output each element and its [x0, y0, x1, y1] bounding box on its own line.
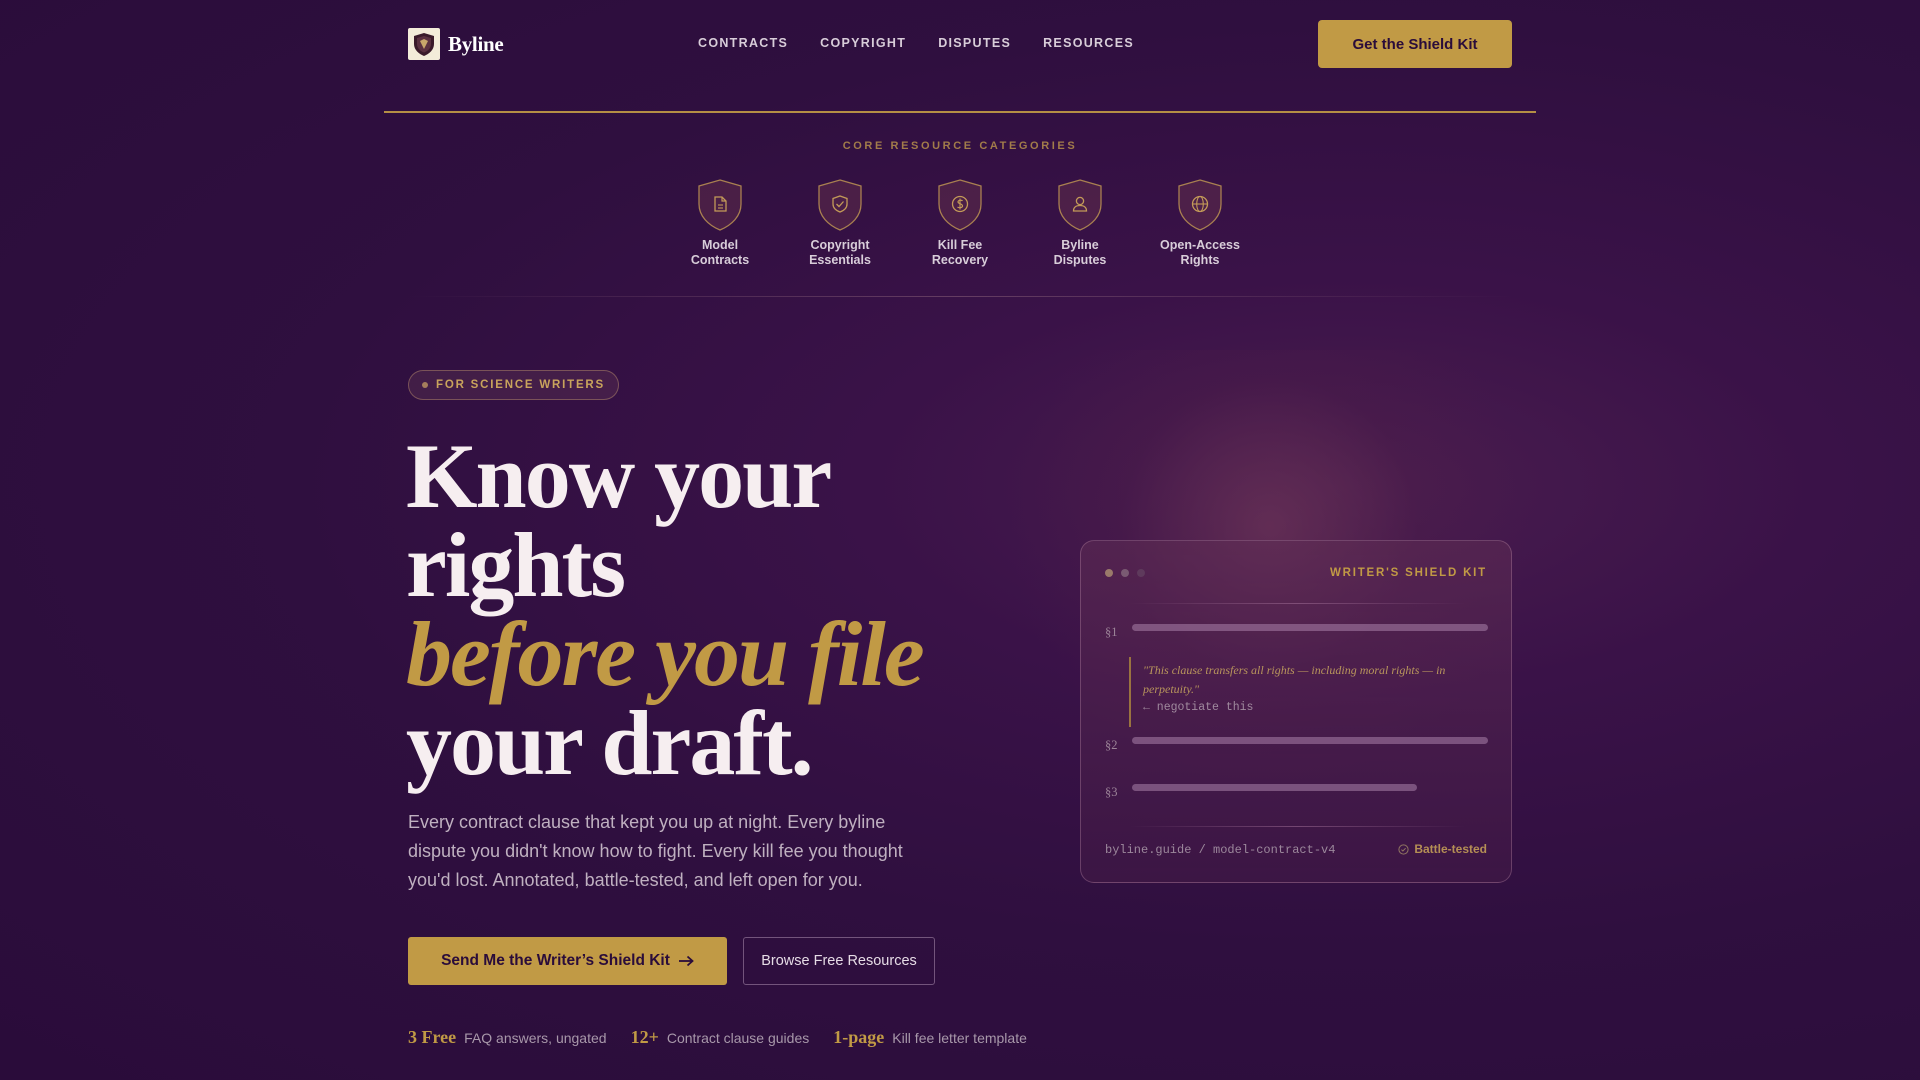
nav-resources[interactable]: RESOURCES — [1043, 36, 1134, 50]
category-label-line2: Rights — [1180, 253, 1220, 267]
category-kill-fee-recovery[interactable]: Kill Fee Recovery — [900, 178, 1020, 268]
categories-divider — [408, 296, 1512, 297]
clause-note: ← negotiate this — [1143, 701, 1254, 714]
category-label-line1: Kill Fee — [937, 238, 983, 252]
categories-heading: CORE RESOURCE CATEGORIES — [842, 140, 1078, 152]
window-dots — [1105, 569, 1145, 577]
stat-item: 1-page Kill fee letter template — [833, 1027, 1027, 1048]
category-label-line2: Essentials — [809, 253, 871, 267]
card-title: WRITER'S SHIELD KIT — [1329, 567, 1487, 579]
browse-free-resources-button[interactable]: Browse Free Resources — [743, 937, 935, 985]
window-dot-icon — [1121, 569, 1129, 577]
category-label-line2: Contracts — [690, 253, 750, 267]
audience-badge: FOR SCIENCE WRITERS — [408, 370, 620, 400]
shield-check-icon — [818, 179, 862, 231]
globe-icon — [1178, 179, 1222, 231]
clause-quote: "This clause transfers all rights — incl… — [1143, 663, 1446, 696]
category-label-line1: Open-Access — [1160, 238, 1240, 252]
send-shield-kit-button[interactable]: Send Me the Writer’s Shield Kit — [408, 937, 727, 985]
category-byline-disputes[interactable]: Byline Disputes — [1020, 178, 1140, 268]
stat-label: FAQ answers, ungated — [464, 1030, 607, 1046]
battle-tested-label: Battle-tested — [1414, 842, 1487, 856]
clause-line-placeholder — [1132, 737, 1488, 744]
check-circle-icon — [1398, 843, 1409, 855]
category-label-line1: Model — [701, 238, 739, 252]
window-dot-icon — [1137, 569, 1145, 577]
hero-description: Every contract clause that kept you up a… — [408, 812, 903, 890]
window-dot-icon — [1105, 569, 1113, 577]
card-divider — [1129, 603, 1465, 604]
get-shield-kit-button[interactable]: Get the Shield Kit — [1318, 20, 1512, 68]
battle-tested-tag: Battle-tested — [1398, 842, 1487, 856]
category-list: Model Contracts Copyright Essentials Kil… — [0, 178, 1920, 268]
badge-dot-icon — [422, 382, 428, 388]
category-model-contracts[interactable]: Model Contracts — [660, 178, 780, 268]
section-marker: §3 — [1105, 785, 1118, 799]
annotated-clause: "This clause transfers all rights — incl… — [1129, 657, 1469, 727]
stats-row: 3 Free FAQ answers, ungated 12+ Contract… — [408, 1027, 1027, 1048]
stat-value: 12+ — [630, 1027, 659, 1047]
brand-name: Byline — [448, 31, 504, 56]
stat-item: 12+ Contract clause guides — [631, 1027, 810, 1048]
badge-label: FOR SCIENCE WRITERS — [436, 379, 606, 391]
person-icon — [1058, 179, 1102, 231]
section-marker: §1 — [1105, 625, 1118, 639]
send-shield-kit-label: Send Me the Writer’s Shield Kit — [441, 952, 670, 969]
clause-line-placeholder — [1132, 624, 1488, 631]
logo[interactable]: Byline — [408, 28, 504, 60]
card-url: byline.guide / model-contract-v4 — [1105, 843, 1336, 857]
stat-value: 3 Free — [408, 1027, 457, 1047]
headline-line-1: Know your rights — [406, 425, 831, 616]
arrow-right-icon — [678, 955, 694, 967]
header-divider — [384, 111, 1536, 113]
stat-label: Kill fee letter template — [892, 1030, 1027, 1046]
nav-disputes[interactable]: DISPUTES — [938, 36, 1011, 50]
category-label-line1: Copyright — [810, 238, 870, 252]
clause-line-placeholder — [1132, 784, 1417, 791]
site-header: Byline CONTRACTS COPYRIGHT DISPUTES RESO… — [0, 0, 1920, 88]
nav-contracts[interactable]: CONTRACTS — [698, 36, 788, 50]
stat-label: Contract clause guides — [666, 1030, 810, 1046]
category-copyright-essentials[interactable]: Copyright Essentials — [780, 178, 900, 268]
category-label-line2: Recovery — [931, 253, 989, 267]
hero-headline: Know your rights before you file your dr… — [406, 430, 1026, 789]
section-marker: §2 — [1105, 738, 1118, 752]
dollar-icon — [938, 179, 982, 231]
nav-copyright[interactable]: COPYRIGHT — [820, 36, 906, 50]
category-label-line1: Byline — [1061, 238, 1099, 252]
headline-accent: before you file — [406, 603, 925, 705]
document-icon — [698, 179, 742, 231]
shield-kit-preview-card: WRITER'S SHIELD KIT §1 "This clause tran… — [1080, 540, 1512, 883]
main-nav: CONTRACTS COPYRIGHT DISPUTES RESOURCES — [698, 36, 1134, 50]
category-open-access-rights[interactable]: Open-Access Rights — [1140, 178, 1260, 268]
card-divider — [1129, 826, 1465, 827]
category-label-line2: Disputes — [1053, 253, 1107, 267]
logo-shield-icon — [408, 28, 440, 60]
stat-item: 3 Free FAQ answers, ungated — [408, 1027, 607, 1048]
headline-line-2: your draft. — [406, 692, 814, 794]
stat-value: 1-page — [833, 1027, 885, 1047]
